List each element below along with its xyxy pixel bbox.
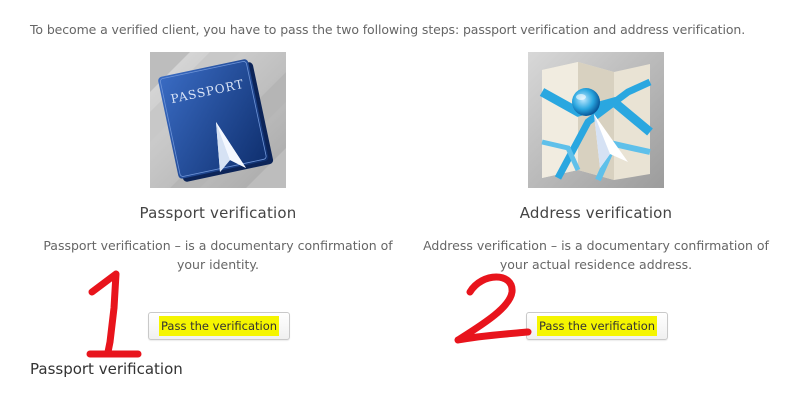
pass-passport-verification-button[interactable]: Pass the verification bbox=[148, 312, 291, 340]
address-card-title: Address verification bbox=[519, 204, 673, 222]
passport-card-title: Passport verification bbox=[139, 204, 297, 222]
section-heading: Passport verification bbox=[30, 360, 183, 378]
passport-book-icon: PASSPORT bbox=[150, 52, 286, 188]
passport-button-label: Pass the verification bbox=[159, 316, 280, 336]
address-button-label: Pass the verification bbox=[537, 316, 658, 336]
verification-page: To become a verified client, you have to… bbox=[0, 0, 800, 400]
annotation-number-2 bbox=[454, 273, 532, 344]
address-card-description: Address verification – is a documentary … bbox=[423, 238, 769, 272]
address-verification-card: Address verification Address verificatio… bbox=[416, 52, 776, 274]
pass-address-verification-button[interactable]: Pass the verification bbox=[526, 312, 669, 340]
map-location-icon bbox=[528, 52, 664, 188]
passport-card-description: Passport verification – is a documentary… bbox=[43, 238, 393, 272]
passport-verification-card: PASSPORT Passport verification Passport … bbox=[38, 52, 398, 274]
annotation-number-1 bbox=[86, 270, 142, 358]
intro-text: To become a verified client, you have to… bbox=[30, 22, 746, 37]
